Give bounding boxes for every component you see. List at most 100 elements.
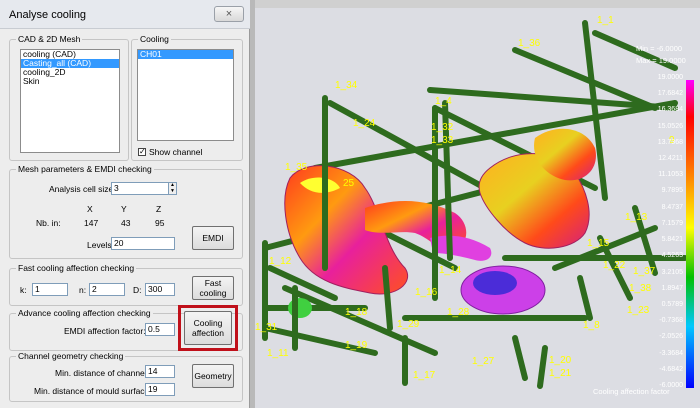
channel-label: 1_4 (435, 96, 452, 107)
max-readout: Max = 19.0000 (636, 56, 686, 65)
scale-value-label: 15.0526 (657, 122, 683, 130)
channel-label: 1_19 (345, 340, 368, 351)
scale-value-label: 4.5263 (661, 252, 683, 260)
scale-value-label: 9.7895 (661, 187, 683, 195)
scale-caption: Cooling affection factor (593, 387, 670, 396)
scale-value-label: -3.3684 (659, 349, 683, 357)
channel-label: 1_29 (397, 319, 420, 330)
channel-label: 1_20 (549, 355, 572, 366)
z-header: Z (156, 204, 162, 214)
fast-cooling-button-line1: Fast (204, 278, 222, 288)
channel-label: 1_27 (472, 356, 495, 367)
scale-value-label: 19.0000 (657, 74, 683, 81)
advance-group-label: Advance cooling affection checking (16, 308, 153, 318)
scale-value-label: 1.8947 (661, 284, 683, 292)
scale-value-label: 11.1053 (658, 171, 683, 179)
channel-label: 1_12 (269, 256, 292, 267)
channel-label: 1_21 (549, 368, 572, 379)
scale-value-label: -4.6842 (659, 365, 683, 373)
cell-size-input[interactable]: 3 (111, 182, 169, 195)
cell-size-label: Analysis cell size: (49, 184, 116, 194)
channel-label: 1_34 (335, 80, 358, 91)
show-channel-label: Show channel (149, 147, 203, 157)
channel-label: 1_17 (413, 370, 436, 381)
fast-cooling-group-label: Fast cooling affection checking (16, 263, 137, 273)
min-mould-label: Min. distance of mould surface: (34, 386, 152, 396)
scale-value-label: 5.8421 (661, 236, 683, 244)
levels-input[interactable]: 20 (111, 237, 175, 250)
channel-label: 25 (343, 178, 355, 189)
color-scale-bar (686, 80, 694, 388)
sprue-disc-core (473, 271, 517, 295)
min-readout: Min = -6.0000 (636, 44, 683, 53)
mould-render: 1_1 1_36 1_34 1_4 1_24 1_32 1_33 1_35 25… (255, 15, 688, 389)
channel-label: 1_1 (597, 15, 614, 26)
geometry-button[interactable]: Geometry (192, 364, 234, 388)
channel-label: 1_31 (255, 322, 278, 333)
scale-value-label: 3.2105 (661, 268, 683, 276)
close-button[interactable]: × (214, 6, 244, 22)
window-title: Analyse cooling (9, 9, 87, 21)
scale-value-label: -2.0526 (659, 333, 683, 341)
cooling-list[interactable]: CH01 (137, 49, 234, 141)
mesh-group-label: Mesh parameters & EMDI checking (16, 164, 154, 174)
emdi-factor-input[interactable]: 0.5 (145, 323, 175, 336)
channel-label: 1_16 (415, 287, 438, 298)
show-channel-checkbox[interactable]: ✓ (138, 148, 146, 156)
emdi-button[interactable]: EMDI (192, 226, 234, 250)
x-header: X (87, 204, 93, 214)
channel-label: 1_22 (603, 260, 626, 271)
min-mould-input[interactable]: 19 (145, 383, 175, 396)
scale-value-label: 13.7368 (657, 138, 683, 146)
nb-z-value: 95 (155, 218, 165, 228)
geometry-group-label: Channel geometry checking (16, 351, 126, 361)
nb-label: Nb. in: (36, 218, 61, 228)
k-input[interactable]: 1 (32, 283, 68, 296)
channel-label: 1_32 (431, 122, 454, 133)
3d-viewport[interactable]: 1_1 1_36 1_34 1_4 1_24 1_32 1_33 1_35 25… (255, 8, 700, 408)
nb-x-value: 147 (84, 218, 99, 228)
channel-label: 1_35 (285, 162, 308, 173)
highlight-box (178, 305, 238, 351)
cad-mesh-group-label: CAD & 2D Mesh (16, 34, 83, 44)
scale-value-label: 0.5789 (661, 300, 683, 308)
scale-value-label: 16.3684 (657, 106, 683, 114)
cooling-group-label: Cooling (138, 34, 171, 44)
casting-green-patch (288, 298, 312, 318)
channel-label: 1_14 (439, 265, 462, 276)
d-label: D: (133, 285, 142, 295)
channel-label: 1_18 (345, 307, 368, 318)
channel-label: 1_33 (431, 135, 454, 146)
scale-value-label: -0.7368 (659, 317, 683, 325)
d-input[interactable]: 300 (145, 283, 175, 296)
title-bar: Analyse cooling × (0, 0, 250, 29)
cooling-channels-front (262, 20, 658, 389)
spin-down-icon[interactable]: ▼ (170, 189, 175, 194)
channel-label: 1_24 (353, 118, 376, 129)
channel-label: 1_36 (518, 38, 541, 49)
k-label: k: (20, 285, 27, 295)
cell-size-spinner[interactable]: ▲ ▼ (168, 182, 177, 195)
channel-label: 1_11 (267, 348, 289, 359)
emdi-factor-label: EMDI affection factor: (64, 326, 146, 336)
scale-value-label: 8.4737 (661, 203, 683, 211)
channel-label: 1_28 (447, 307, 470, 318)
min-channel-label: Min. distance of channel: (55, 368, 150, 378)
n-input[interactable]: 2 (89, 283, 125, 296)
viewport-top-bar (255, 0, 700, 8)
cad-mesh-list[interactable]: cooling (CAD) Casting_all (CAD) cooling_… (20, 49, 120, 153)
fast-cooling-button-line2: cooling (199, 288, 227, 298)
levels-label: Levels: (87, 240, 114, 250)
scale-value-label: 7.1579 (661, 219, 683, 227)
channel-label: 1_8 (583, 320, 600, 331)
fast-cooling-button[interactable]: Fast cooling (192, 276, 234, 300)
cad-mesh-item[interactable]: Skin (21, 77, 119, 86)
y-header: Y (121, 204, 127, 214)
min-channel-input[interactable]: 14 (145, 365, 175, 378)
scale-value-label: 17.6842 (657, 90, 683, 98)
channel-label: 1_15 (587, 238, 610, 249)
scale-value-label: 12.4211 (658, 155, 683, 163)
nb-y-value: 43 (121, 218, 131, 228)
cooling-item-selected[interactable]: CH01 (138, 50, 233, 59)
n-label: n: (79, 285, 87, 295)
